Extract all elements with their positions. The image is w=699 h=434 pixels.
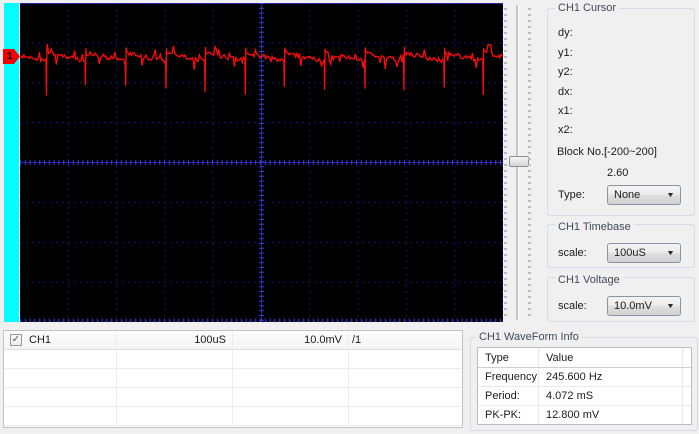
voltage-group-title: CH1 Voltage	[555, 274, 623, 286]
cursor-dy-label: dy:	[558, 27, 573, 39]
channel-list-table: ✓ CH1 100uS 10.0mV /1	[3, 330, 463, 428]
cursor-group-title: CH1 Cursor	[555, 2, 620, 14]
period-label: Period:	[478, 387, 539, 405]
period-row: Period: 4.072 mS	[478, 387, 691, 406]
chevron-down-icon: ▼	[666, 191, 676, 199]
channel-name: CH1	[29, 334, 52, 346]
timebase-scale-label: scale:	[558, 247, 587, 259]
scope-display	[20, 3, 503, 322]
value-header: Value	[539, 348, 683, 367]
empty-channel-row	[4, 407, 462, 426]
check-icon: ✓	[11, 334, 21, 345]
timebase-scale-select[interactable]: 100uS ▼	[607, 243, 681, 263]
pkpk-value: 12.800 mV	[539, 406, 683, 424]
channel-timebase: 100uS	[194, 334, 226, 346]
pkpk-row: PK-PK: 12.800 mV	[478, 406, 691, 424]
empty-channel-row	[4, 388, 462, 407]
waveform-info-title: CH1 WaveForm Info	[476, 331, 582, 343]
cursor-dx-label: dx:	[558, 86, 573, 98]
chevron-down-icon: ▼	[666, 302, 676, 310]
empty-channel-row	[4, 369, 462, 388]
block-no-label: Block No.:	[557, 146, 608, 158]
chevron-down-icon: ▼	[666, 249, 676, 257]
waveform-info-header-row: Type Value	[478, 348, 691, 368]
block-no-range: [-200~200]	[604, 146, 657, 158]
voltage-scale-select[interactable]: 10.0mV ▼	[607, 296, 681, 316]
period-value: 4.072 mS	[539, 387, 683, 405]
timebase-group-title: CH1 Timebase	[555, 221, 634, 233]
empty-channel-row	[4, 350, 462, 369]
ch1-visible-checkbox[interactable]: ✓	[10, 334, 22, 346]
channel-row-ch1[interactable]: ✓ CH1 100uS 10.0mV /1	[4, 331, 462, 350]
slider-ticks-right	[528, 8, 531, 316]
slider-ticks-left	[504, 8, 507, 316]
frequency-value: 245.600 Hz	[539, 368, 683, 386]
cursor-type-label: Type:	[558, 189, 585, 201]
channel-voltage: 10.0mV	[304, 334, 342, 346]
pkpk-label: PK-PK:	[478, 406, 539, 424]
cursor-y1-label: y1:	[558, 47, 573, 59]
voltage-scale-label: scale:	[558, 300, 587, 312]
frequency-row: Frequency: 245.600 Hz	[478, 368, 691, 387]
type-header: Type	[478, 348, 539, 367]
cursor-type-value: None	[614, 189, 641, 201]
vertical-slider-handle[interactable]	[509, 156, 529, 167]
frequency-label: Frequency:	[478, 368, 539, 386]
cursor-x2-label: x2:	[558, 124, 573, 136]
cursor-x1-label: x1:	[558, 105, 573, 117]
waveform-info-table: Type Value Frequency: 245.600 Hz Period:…	[477, 347, 692, 425]
voltage-scale-value: 10.0mV	[614, 300, 652, 312]
cursor-y2-label: y2:	[558, 66, 573, 78]
block-no-value: 2.60	[607, 167, 629, 179]
cursor-type-select[interactable]: None ▼	[607, 185, 681, 205]
timebase-scale-value: 100uS	[614, 247, 646, 259]
channel-probe: /1	[352, 334, 362, 346]
